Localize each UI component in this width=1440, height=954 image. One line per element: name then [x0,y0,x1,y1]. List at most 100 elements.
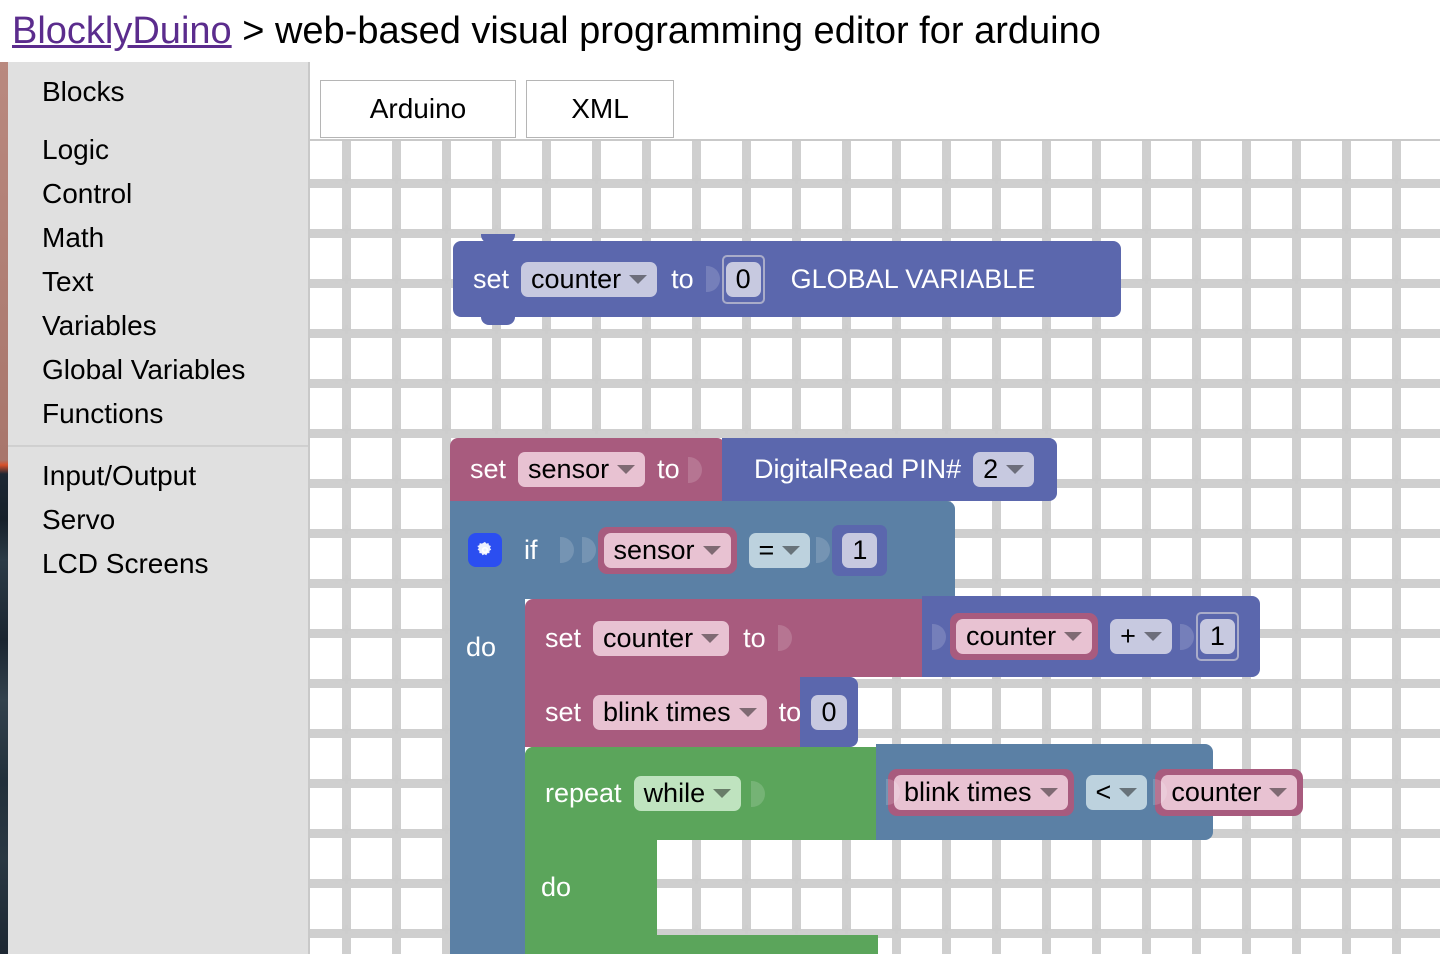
number-field-one[interactable]: 1 [1199,619,1235,654]
repeat-mode-dropdown[interactable]: while [633,776,742,811]
variable-dropdown-sensor[interactable]: sensor [518,452,646,487]
block-set-blink-times[interactable]: set blink times to [525,677,824,747]
number-block-one[interactable]: 1 [832,524,888,576]
grid-mark [995,875,998,884]
variable-block-blink-times[interactable]: blink times [888,768,1074,816]
grid-mark [1245,325,1248,334]
chevron-down-icon [629,274,648,284]
grid-mark [545,225,548,234]
grid-mark [1145,175,1148,184]
variable-dropdown-counter[interactable]: counter [521,261,658,297]
grid-mark [1395,375,1398,384]
variable-dropdown-counter[interactable]: counter [1161,774,1298,810]
variable-dropdown-counter[interactable]: counter [956,619,1093,654]
chevron-down-icon [701,633,720,643]
grid-mark [395,325,398,334]
pin-dropdown[interactable]: 2 [973,452,1035,487]
tab-arduino[interactable]: Arduino [320,80,516,138]
block-math-addition[interactable]: counter + 1 [922,596,1260,677]
block-if-header[interactable]: if sensor = 1 [450,501,955,599]
tab-xml[interactable]: XML [526,80,674,138]
block-number-zero[interactable]: 0 [800,677,858,747]
block-repeat-footer[interactable] [525,935,878,954]
sidebar-item-variables[interactable]: Variables [8,304,310,348]
block-if-body-arm[interactable]: do [450,599,525,954]
grid-mark [345,475,348,484]
grid-mark [745,425,748,434]
grid-mark [795,375,798,384]
set-label: set [545,622,582,653]
grid-mark [845,875,848,884]
block-compare-blink-counter[interactable]: blink times < counter [876,744,1304,840]
variable-dropdown-blink-times[interactable]: blink times [894,774,1068,810]
grid-mark [1245,275,1248,284]
math-operator-dropdown[interactable]: + [1110,619,1172,654]
sidebar-item-global-variables[interactable]: Global Variables [8,348,310,392]
grid-mark [945,225,948,234]
chevron-down-icon [713,789,732,798]
grid-mark [1145,525,1148,534]
grid-mark [1195,325,1198,334]
block-set-sensor[interactable]: set sensor to [450,438,725,501]
sidebar-item-lcd-screens[interactable]: LCD Screens [8,542,310,586]
variable-block-counter[interactable]: counter [950,613,1099,660]
grid-mark [795,425,798,434]
block-repeat-while-header[interactable]: repeat while [525,747,878,840]
comparison-operator-dropdown[interactable]: = [748,532,811,568]
brand-link[interactable]: BlocklyDuino [12,10,232,52]
grid-mark [1195,225,1198,234]
grid-mark [345,375,348,384]
variable-dropdown-blink-times[interactable]: blink times [593,694,767,730]
math-operator-label: + [1120,621,1136,651]
variable-block-counter[interactable]: counter [1155,768,1304,816]
number-field-zero[interactable]: 0 [811,694,847,730]
page-header: BlocklyDuino > web-based visual programm… [0,0,1440,62]
variable-dropdown-sensor[interactable]: sensor [603,532,731,568]
sidebar-item-text[interactable]: Text [8,260,310,304]
blocks-sidebar: Blocks Logic Control Math Text Variables… [8,62,310,954]
block-repeat-arm[interactable]: do [525,840,600,940]
to-label: to [671,263,694,294]
sidebar-item-control[interactable]: Control [8,172,310,216]
grid-mark [1295,725,1298,734]
sidebar-item-servo[interactable]: Servo [8,498,310,542]
grid-mark [1145,225,1148,234]
block-set-global-variable[interactable]: set counter to 0 GLOBAL VARIABLE [453,234,1121,325]
grid-mark [545,425,548,434]
variable-dropdown-counter[interactable]: counter [593,620,730,656]
grid-mark [1395,875,1398,884]
number-input-wrapper[interactable]: 1 [1195,612,1239,661]
variable-dropdown-counter-label: counter [603,622,694,653]
grid-mark [395,575,398,584]
tab-bar: Arduino XML [310,62,1440,140]
grid-mark [1345,175,1348,184]
comparison-operator-dropdown[interactable]: < [1085,774,1148,810]
socket-notch-icon [751,774,767,814]
grid-mark [345,225,348,234]
condition-compare-group[interactable]: sensor = 1 [581,524,888,576]
chevron-down-icon [1143,632,1162,641]
sidebar-item-math[interactable]: Math [8,216,310,260]
number-field-one[interactable]: 1 [842,532,878,568]
gear-icon[interactable] [468,533,502,567]
block-digital-read[interactable]: DigitalRead PIN# 2 [722,438,1057,501]
comparison-operator-label: < [1095,776,1112,807]
grid-mark [395,625,398,634]
variable-block-sensor[interactable]: sensor [597,526,737,574]
sidebar-item-input-output[interactable]: Input/Output [8,454,310,498]
blockly-workspace[interactable]: set counter to 0 GLOBAL VARIABLE set sen… [310,141,1440,954]
number-input-wrapper[interactable]: 0 [721,254,765,304]
grid-mark [795,175,798,184]
sidebar-item-logic[interactable]: Logic [8,128,310,172]
number-field-zero[interactable]: 0 [725,261,761,297]
grid-mark [445,225,448,234]
sidebar-group-core: Logic Control Math Text Variables Global… [8,128,310,436]
block-set-counter[interactable]: set counter to [525,599,925,677]
grid-mark [795,875,798,884]
grid-mark [945,425,948,434]
grid-mark [395,425,398,434]
grid-mark [1045,375,1048,384]
grid-mark [1045,925,1048,934]
page-title: BlocklyDuino > web-based visual programm… [12,12,1101,50]
sidebar-item-functions[interactable]: Functions [8,392,310,436]
